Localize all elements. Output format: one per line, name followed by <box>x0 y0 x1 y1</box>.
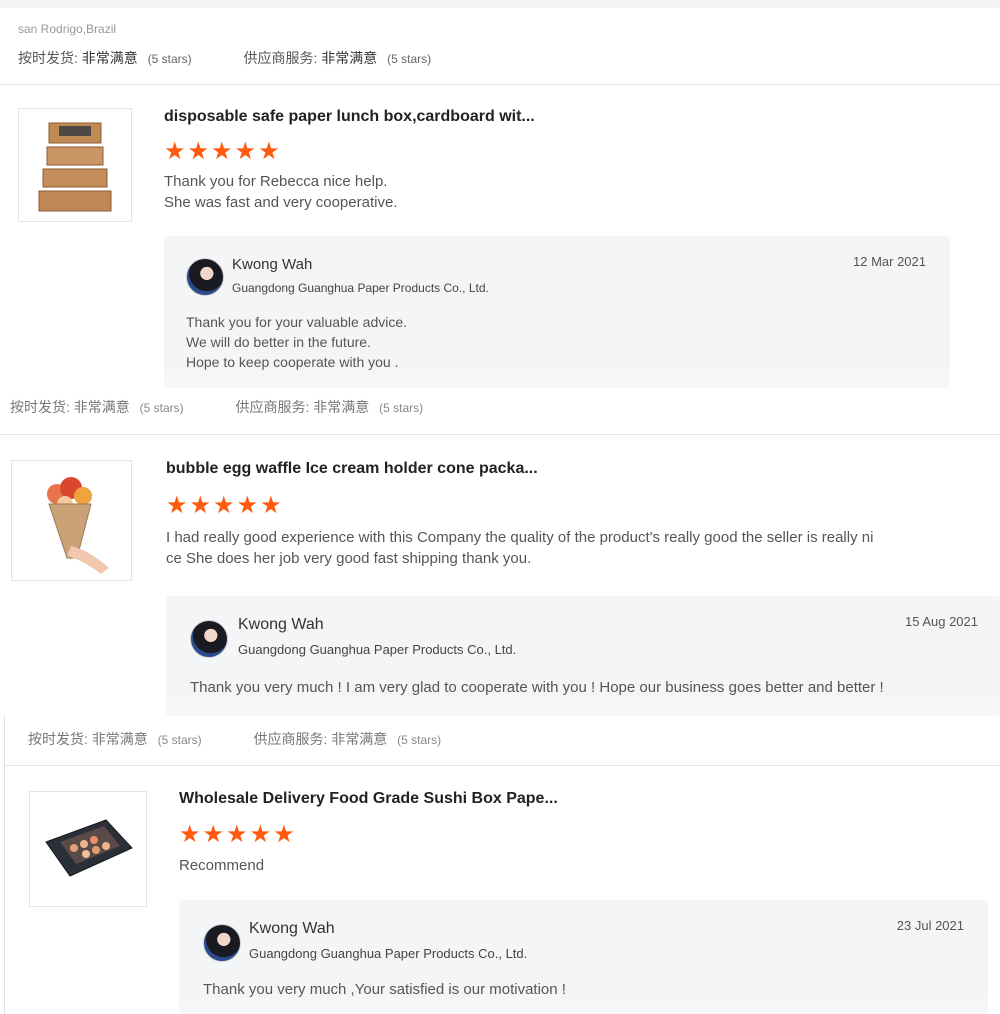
avatar <box>203 924 241 962</box>
product-title[interactable]: Wholesale Delivery Food Grade Sushi Box … <box>179 790 558 808</box>
star-icon: ★ <box>236 492 259 519</box>
reviewer-location: san Rodrigo,Brazil <box>18 22 117 36</box>
rating-row-2: 按时发货: 非常满意 (5 stars) 供应商服务: 非常满意 (5 star… <box>10 397 423 417</box>
review-stars: ★ ★ ★ ★ ★ <box>164 140 280 164</box>
service-value: 非常满意 <box>313 399 370 415</box>
ontime-value: 非常满意 <box>91 731 148 747</box>
reply-date: 15 Aug 2021 <box>904 614 978 629</box>
star-icon: ★ <box>249 821 272 848</box>
reply-text: Thank you for your valuable advice. We w… <box>186 312 407 372</box>
reply-company: Guangdong Guanghua Paper Products Co., L… <box>232 281 489 295</box>
review-stars: ★ ★ ★ ★ ★ <box>166 494 282 518</box>
kraft-box-stack-icon <box>38 122 112 212</box>
star-icon: ★ <box>164 138 186 165</box>
reply-name: Kwong Wah <box>249 920 335 937</box>
service-value: 非常满意 <box>331 731 388 747</box>
ontime-label: 按时发货: <box>18 50 78 66</box>
left-border <box>4 716 5 1014</box>
fade-overlay <box>164 368 950 388</box>
comment-line: ce She does her job very good fast shipp… <box>166 550 532 567</box>
comment-line: She was fast and very cooperative. <box>164 194 398 211</box>
product-title[interactable]: disposable safe paper lunch box,cardboar… <box>164 108 535 126</box>
rating-row-3: 按时发货: 非常满意 (5 stars) 供应商服务: 非常满意 (5 star… <box>28 729 441 749</box>
reply-line: We will do better in the future. <box>186 334 371 350</box>
divider <box>0 84 1000 85</box>
fade-overlay <box>166 696 1000 716</box>
star-icon: ★ <box>226 821 248 848</box>
review-comment: Thank you for Rebecca nice help. She was… <box>164 171 397 213</box>
reply-name: Kwong Wah <box>232 256 313 273</box>
supplier-reply: Kwong Wah Guangdong Guanghua Paper Produ… <box>164 236 950 388</box>
star-icon: ★ <box>234 138 257 165</box>
reply-line: Thank you very much ! I am very glad to … <box>190 679 884 696</box>
star-icon: ★ <box>260 492 282 519</box>
avatar <box>190 620 228 658</box>
product-title[interactable]: bubble egg waffle Ice cream holder cone … <box>166 460 538 478</box>
ontime-label: 按时发货: <box>28 731 88 747</box>
service-value: 非常满意 <box>321 50 378 66</box>
ontime-stars: (5 stars) <box>157 733 202 747</box>
reply-text: Thank you very much ! I am very glad to … <box>190 678 884 698</box>
service-stars: (5 stars) <box>387 52 432 66</box>
star-icon: ★ <box>189 492 212 519</box>
divider <box>0 434 1000 435</box>
reply-date: 12 Mar 2021 <box>853 254 926 269</box>
review-comment: I had really good experience with this C… <box>166 527 966 569</box>
service-stars: (5 stars) <box>379 401 424 415</box>
star-icon: ★ <box>258 138 280 165</box>
service-label: 供应商服务: <box>243 50 318 66</box>
star-icon: ★ <box>211 138 233 165</box>
top-strip <box>0 0 1000 8</box>
rating-row-1: 按时发货: 非常满意 (5 stars) 供应商服务: 非常满意 (5 star… <box>18 48 431 68</box>
divider <box>5 765 1000 766</box>
product-thumbnail[interactable] <box>29 791 147 907</box>
reply-date: 23 Jul 2021 <box>896 918 964 933</box>
comment-line: Recommend <box>179 857 265 874</box>
ontime-value: 非常满意 <box>81 50 138 66</box>
reply-company: Guangdong Guanghua Paper Products Co., L… <box>249 946 528 961</box>
ontime-label: 按时发货: <box>10 399 70 415</box>
comment-line: I had really good experience with this C… <box>166 529 874 546</box>
supplier-reply: Kwong Wah Guangdong Guanghua Paper Produ… <box>179 900 988 1014</box>
star-icon: ★ <box>202 821 225 848</box>
reply-name: Kwong Wah <box>238 616 324 633</box>
reply-line: Thank you for your valuable advice. <box>186 314 408 330</box>
service-stars: (5 stars) <box>397 733 442 747</box>
reply-company: Guangdong Guanghua Paper Products Co., L… <box>238 642 517 657</box>
review-stars: ★ ★ ★ ★ ★ <box>179 823 295 847</box>
fade-overlay <box>179 994 988 1014</box>
product-thumbnail[interactable] <box>11 460 132 581</box>
product-thumbnail[interactable] <box>18 108 132 222</box>
star-icon: ★ <box>187 138 210 165</box>
ontime-value: 非常满意 <box>73 399 130 415</box>
review-comment: Recommend <box>179 855 264 876</box>
star-icon: ★ <box>166 492 188 519</box>
ontime-stars: (5 stars) <box>147 52 192 66</box>
supplier-reply: Kwong Wah Guangdong Guanghua Paper Produ… <box>166 596 1000 716</box>
sushi-box-icon <box>45 819 133 877</box>
service-label: 供应商服务: <box>235 399 310 415</box>
ice-cream-cone-icon <box>46 476 109 574</box>
service-label: 供应商服务: <box>253 731 328 747</box>
ontime-stars: (5 stars) <box>139 401 184 415</box>
star-icon: ★ <box>179 821 201 848</box>
star-icon: ★ <box>213 492 235 519</box>
comment-line: Thank you for Rebecca nice help. <box>164 173 388 190</box>
avatar <box>186 258 224 296</box>
star-icon: ★ <box>273 821 295 848</box>
